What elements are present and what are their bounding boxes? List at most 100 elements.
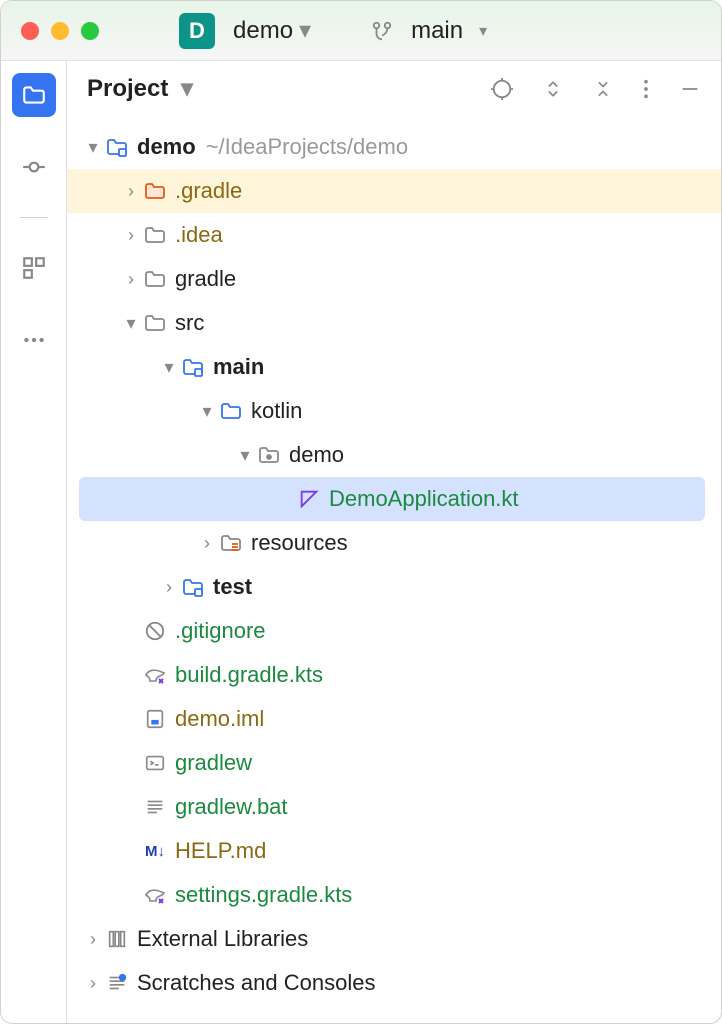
hide-panel-button[interactable] bbox=[679, 78, 701, 100]
chevron-down-icon[interactable]: ▾ bbox=[159, 357, 179, 378]
tree-label: kotlin bbox=[251, 398, 302, 424]
project-badge: D bbox=[179, 13, 215, 49]
chevron-right-icon[interactable]: › bbox=[197, 533, 217, 554]
gradle-kts-icon bbox=[141, 883, 169, 907]
tree-label: src bbox=[175, 310, 204, 336]
target-icon bbox=[491, 78, 513, 100]
tree-node-test[interactable]: › test bbox=[67, 565, 721, 609]
commit-icon bbox=[21, 154, 47, 180]
tree-node-gradlew-bat[interactable]: gradlew.bat bbox=[67, 785, 721, 829]
chevron-down-icon[interactable]: ▾ bbox=[83, 137, 103, 158]
expand-icon bbox=[543, 78, 563, 100]
tree-label: settings.gradle.kts bbox=[175, 882, 352, 908]
chevron-right-icon[interactable]: › bbox=[83, 929, 103, 950]
chevron-right-icon[interactable]: › bbox=[159, 577, 179, 598]
module-folder-icon bbox=[103, 135, 131, 159]
folder-icon bbox=[141, 267, 169, 291]
package-icon bbox=[255, 443, 283, 467]
tree-label: gradle bbox=[175, 266, 236, 292]
project-tool-button[interactable] bbox=[12, 73, 56, 117]
collapse-all-button[interactable] bbox=[593, 78, 613, 100]
project-name-dropdown[interactable]: demo▾ bbox=[233, 16, 311, 45]
tree-node-kotlin[interactable]: ▾ kotlin bbox=[67, 389, 721, 433]
folder-icon bbox=[21, 82, 47, 108]
panel-options-button[interactable] bbox=[643, 78, 649, 100]
more-horizontal-icon bbox=[21, 327, 47, 353]
tree-node-help-md[interactable]: M↓ HELP.md bbox=[67, 829, 721, 873]
tree-label: HELP.md bbox=[175, 838, 266, 864]
excluded-folder-icon bbox=[141, 179, 169, 203]
tree-label: .gradle bbox=[175, 178, 242, 204]
tree-node-gitignore[interactable]: .gitignore bbox=[67, 609, 721, 653]
close-window-button[interactable] bbox=[21, 22, 39, 40]
project-tree[interactable]: ▾ demo ~/IdeaProjects/demo › .gradle › .… bbox=[67, 117, 721, 1023]
tree-label: build.gradle.kts bbox=[175, 662, 323, 688]
tree-node-demo-pkg[interactable]: ▾ demo bbox=[67, 433, 721, 477]
tree-node-idea[interactable]: › .idea bbox=[67, 213, 721, 257]
text-file-icon bbox=[141, 796, 169, 818]
chevron-right-icon[interactable]: › bbox=[121, 181, 141, 202]
tree-label: demo bbox=[137, 134, 196, 160]
chevron-down-icon[interactable]: ▾ bbox=[235, 445, 255, 466]
markdown-file-icon: M↓ bbox=[141, 843, 169, 860]
tree-label: gradlew.bat bbox=[175, 794, 288, 820]
shell-file-icon bbox=[141, 752, 169, 774]
tree-node-gradlew[interactable]: gradlew bbox=[67, 741, 721, 785]
more-vertical-icon bbox=[643, 78, 649, 100]
tree-node-demo-application[interactable]: DemoApplication.kt bbox=[79, 477, 705, 521]
minimize-window-button[interactable] bbox=[51, 22, 69, 40]
chevron-right-icon[interactable]: › bbox=[121, 225, 141, 246]
panel-title-dropdown[interactable]: Project ▾ bbox=[87, 74, 193, 103]
tree-label: resources bbox=[251, 530, 348, 556]
tree-label: DemoApplication.kt bbox=[329, 486, 519, 512]
vcs-branch-dropdown[interactable]: main ▾ bbox=[371, 17, 487, 45]
module-folder-icon bbox=[179, 355, 207, 379]
sidebar-separator bbox=[20, 217, 48, 218]
tree-node-external-libraries[interactable]: › External Libraries bbox=[67, 917, 721, 961]
chevron-down-icon: ▾ bbox=[181, 75, 193, 102]
chevron-down-icon[interactable]: ▾ bbox=[197, 401, 217, 422]
left-sidebar bbox=[1, 61, 67, 1023]
folder-icon bbox=[141, 311, 169, 335]
select-opened-file-button[interactable] bbox=[491, 78, 513, 100]
tree-node-scratches[interactable]: › Scratches and Consoles bbox=[67, 961, 721, 1005]
more-tool-button[interactable] bbox=[12, 318, 56, 362]
folder-icon bbox=[141, 223, 169, 247]
chevron-right-icon[interactable]: › bbox=[83, 973, 103, 994]
tree-label: main bbox=[213, 354, 264, 380]
commit-tool-button[interactable] bbox=[12, 145, 56, 189]
expand-collapse-button[interactable] bbox=[543, 78, 563, 100]
tree-label: demo.iml bbox=[175, 706, 264, 732]
tree-node-root[interactable]: ▾ demo ~/IdeaProjects/demo bbox=[67, 125, 721, 169]
chevron-down-icon: ▾ bbox=[479, 21, 487, 41]
collapse-icon bbox=[593, 78, 613, 100]
structure-tool-button[interactable] bbox=[12, 246, 56, 290]
chevron-right-icon[interactable]: › bbox=[121, 269, 141, 290]
tree-label: External Libraries bbox=[137, 926, 308, 952]
libraries-icon bbox=[103, 928, 131, 950]
tree-node-gradle[interactable]: › gradle bbox=[67, 257, 721, 301]
tree-node-main[interactable]: ▾ main bbox=[67, 345, 721, 389]
chevron-down-icon[interactable]: ▾ bbox=[121, 313, 141, 334]
tree-node-src[interactable]: ▾ src bbox=[67, 301, 721, 345]
titlebar: D demo▾ main ▾ bbox=[1, 1, 721, 61]
tree-node-demo-iml[interactable]: demo.iml bbox=[67, 697, 721, 741]
kotlin-file-icon bbox=[295, 488, 323, 510]
tree-label: .gitignore bbox=[175, 618, 266, 644]
iml-file-icon bbox=[141, 708, 169, 730]
gradle-kts-icon bbox=[141, 663, 169, 687]
project-panel-header: Project ▾ bbox=[67, 61, 721, 117]
tree-node-build-gradle[interactable]: build.gradle.kts bbox=[67, 653, 721, 697]
tree-label: .idea bbox=[175, 222, 223, 248]
chevron-down-icon: ▾ bbox=[299, 17, 311, 44]
ignore-file-icon bbox=[141, 620, 169, 642]
module-folder-icon bbox=[179, 575, 207, 599]
maximize-window-button[interactable] bbox=[81, 22, 99, 40]
structure-icon bbox=[21, 255, 47, 281]
branch-icon bbox=[371, 20, 393, 42]
scratches-icon bbox=[103, 972, 131, 994]
tree-label: Scratches and Consoles bbox=[137, 970, 375, 996]
tree-node-gradle-hidden[interactable]: › .gradle bbox=[67, 169, 721, 213]
tree-node-settings-gradle[interactable]: settings.gradle.kts bbox=[67, 873, 721, 917]
tree-node-resources[interactable]: › resources bbox=[67, 521, 721, 565]
